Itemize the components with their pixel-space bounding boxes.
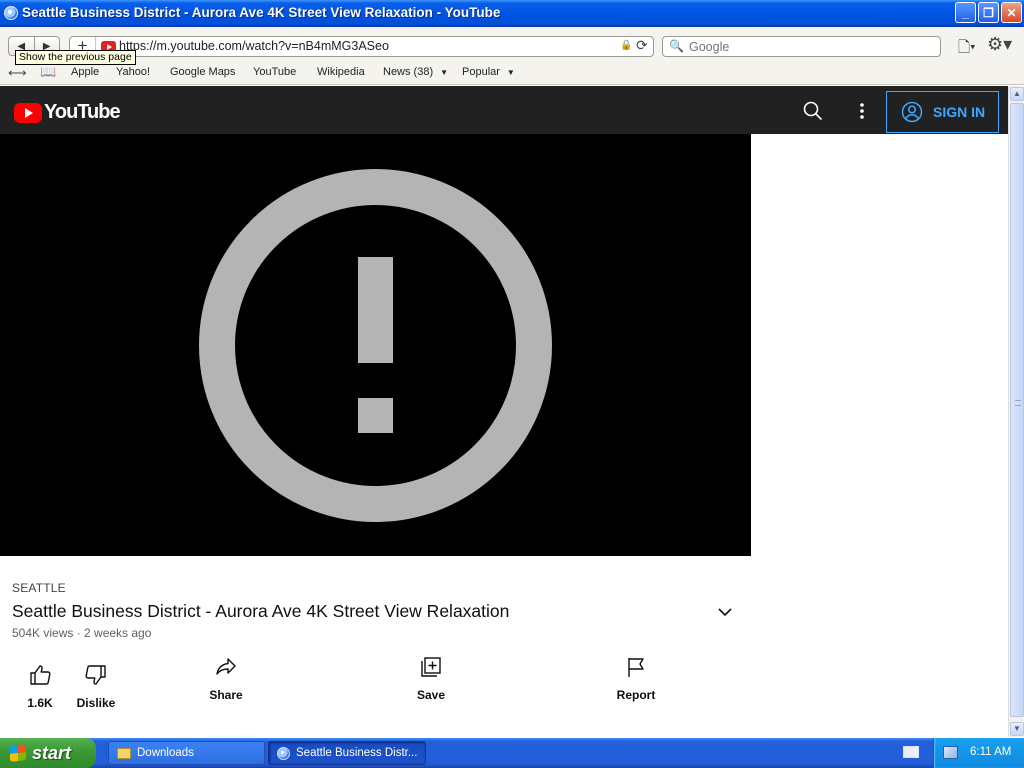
dislike-button[interactable]: Dislike — [73, 664, 119, 710]
search-icon[interactable] — [803, 101, 823, 121]
like-button[interactable]: 1.6K — [22, 664, 58, 710]
bookmarks-bar: ⟷ 📖 Apple Yahoo! Google Maps YouTube Wik… — [0, 63, 1024, 83]
reading-list-icon[interactable]: ⟷ — [8, 65, 27, 81]
youtube-header: YouTube SIGN IN — [0, 86, 1008, 134]
maximize-button[interactable]: ❐ — [978, 2, 999, 23]
more-options-icon[interactable] — [857, 101, 867, 121]
scroll-grip-icon — [1015, 400, 1021, 406]
taskbar-item-downloads[interactable]: Downloads — [108, 741, 265, 765]
keyboard-icon[interactable] — [903, 746, 919, 758]
video-title: Seattle Business District - Aurora Ave 4… — [12, 601, 510, 621]
search-engine-icon[interactable]: 🔍 — [669, 39, 684, 53]
sign-in-button[interactable]: SIGN IN — [886, 91, 999, 133]
thumbs-down-icon — [85, 665, 106, 685]
system-tray: 6:11 AM — [933, 738, 1024, 768]
bookmark-youtube[interactable]: YouTube — [253, 66, 296, 78]
reload-icon[interactable]: ⟳ — [636, 37, 648, 54]
save-button[interactable]: Save — [410, 656, 452, 702]
bookmark-apple[interactable]: Apple — [71, 66, 99, 78]
bookmark-news-folder[interactable]: News (38) ▼ — [383, 66, 448, 78]
taskbar: start Downloads Seattle Business Distr..… — [0, 738, 1024, 768]
clock[interactable]: 6:11 AM — [970, 746, 1011, 758]
report-button[interactable]: Report — [612, 656, 660, 702]
back-tooltip: Show the previous page — [15, 50, 136, 65]
browser-toolbar: ◀ ▶ + https://m.youtube.com/watch?v=nB4m… — [0, 27, 1024, 85]
bookmark-wikipedia[interactable]: Wikipedia — [317, 66, 365, 78]
page-menu-icon[interactable]: 🗋▾ — [958, 37, 976, 62]
sign-in-label: SIGN IN — [933, 104, 986, 120]
add-to-playlist-icon — [421, 657, 441, 677]
bookmark-popular-label: Popular — [462, 66, 500, 78]
taskbar-item-browser[interactable]: Seattle Business Distr... — [268, 741, 426, 765]
minimize-button[interactable]: _ — [955, 2, 976, 23]
url-text[interactable]: https://m.youtube.com/watch?v=nB4mMG3ASe… — [119, 39, 389, 53]
video-player[interactable] — [0, 134, 751, 556]
close-button[interactable]: ✕ — [1001, 2, 1022, 23]
network-icon[interactable] — [943, 746, 958, 759]
youtube-play-logo-icon — [14, 102, 42, 123]
save-label: Save — [416, 688, 446, 702]
search-box[interactable]: 🔍 — [662, 36, 941, 57]
video-hashtag[interactable]: SEATTLE — [12, 581, 66, 595]
search-input[interactable] — [689, 39, 929, 54]
share-label: Share — [209, 688, 243, 702]
taskbar-item-label: Seattle Business Distr... — [296, 747, 418, 759]
taskbar-item-label: Downloads — [137, 747, 194, 759]
like-count: 1.6K — [27, 696, 53, 710]
youtube-logo[interactable]: YouTube — [14, 101, 121, 124]
address-bar[interactable]: + https://m.youtube.com/watch?v=nB4mMG3A… — [69, 36, 654, 57]
account-circle-icon — [901, 101, 923, 123]
dropdown-arrow-icon: ▼ — [506, 68, 515, 77]
scroll-down-button[interactable]: ▼ — [1010, 722, 1024, 736]
scroll-thumb[interactable] — [1010, 103, 1024, 717]
bookmark-yahoo[interactable]: Yahoo! — [116, 66, 150, 78]
flag-icon — [628, 658, 644, 677]
share-button[interactable]: Share — [204, 656, 248, 702]
window-titlebar: Seattle Business District - Aurora Ave 4… — [0, 0, 1024, 27]
bookmark-news-label: News (38) — [383, 66, 434, 78]
browser-globe-icon — [277, 746, 290, 760]
share-arrow-icon — [216, 658, 236, 675]
bookmark-google-maps[interactable]: Google Maps — [170, 66, 235, 78]
bookmark-popular-folder[interactable]: Popular ▼ — [462, 66, 515, 78]
bookmarks-book-icon[interactable]: 📖 — [40, 64, 56, 80]
browser-app-icon — [4, 6, 18, 20]
report-label: Report — [616, 688, 656, 702]
vertical-scrollbar[interactable]: ▲ ▼ — [1008, 86, 1024, 737]
dropdown-arrow-icon: ▼ — [440, 68, 449, 77]
settings-gear-icon[interactable]: ⚙▾ — [987, 34, 1012, 55]
youtube-logo-text: YouTube — [44, 101, 121, 123]
video-stats: 504K views · 2 weeks ago — [12, 626, 152, 640]
thumbs-up-icon — [30, 665, 51, 685]
chevron-down-icon[interactable] — [717, 606, 733, 618]
start-label: start — [32, 742, 72, 763]
windows-flag-icon — [10, 744, 26, 762]
error-alert-icon — [199, 169, 552, 522]
scroll-up-button[interactable]: ▲ — [1010, 87, 1024, 101]
window-title: Seattle Business District - Aurora Ave 4… — [22, 5, 501, 20]
lock-icon: 🔒 — [620, 40, 633, 51]
folder-icon — [117, 747, 131, 759]
dislike-label: Dislike — [76, 696, 116, 710]
start-button[interactable]: start — [0, 738, 96, 768]
